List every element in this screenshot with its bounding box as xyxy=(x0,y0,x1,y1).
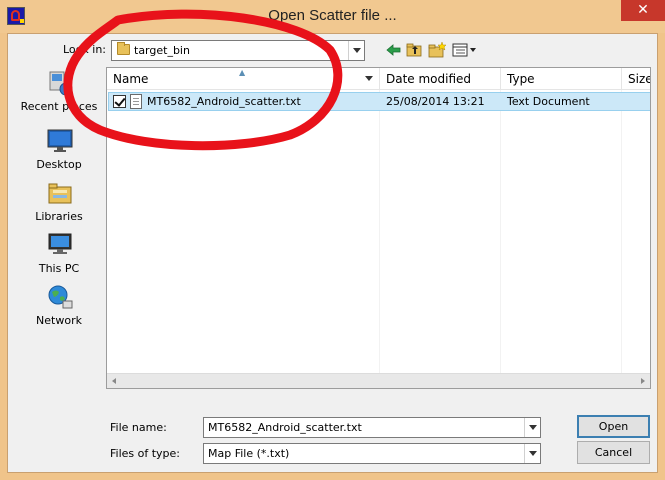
files-of-type-dropdown[interactable]: Map File (*.txt) xyxy=(203,443,541,464)
recent-places-icon xyxy=(46,69,74,97)
column-header-type[interactable]: Type xyxy=(501,68,621,90)
place-label: Libraries xyxy=(35,210,83,223)
chevron-down-icon[interactable] xyxy=(524,418,540,437)
folder-icon xyxy=(117,42,130,55)
chevron-down-icon[interactable] xyxy=(365,76,373,81)
libraries-icon xyxy=(46,179,74,207)
close-button[interactable]: ✕ xyxy=(621,0,665,21)
look-in-label: Look in: xyxy=(63,43,106,56)
place-desktop[interactable]: Desktop xyxy=(16,127,102,177)
place-this-pc[interactable]: This PC xyxy=(16,231,102,281)
file-date-cell: 25/08/2014 13:21 xyxy=(386,95,485,108)
files-of-type-label: Files of type: xyxy=(110,447,181,460)
horizontal-scrollbar[interactable] xyxy=(107,373,650,388)
chevron-down-icon[interactable] xyxy=(524,444,540,463)
look-in-dropdown[interactable]: target_bin xyxy=(111,40,365,61)
file-name-label: File name: xyxy=(110,421,167,434)
window-title: Open Scatter file ... xyxy=(268,7,397,24)
file-name-field[interactable]: MT6582_Android_scatter.txt xyxy=(203,417,541,438)
file-name-value[interactable]: MT6582_Android_scatter.txt xyxy=(208,421,362,434)
file-row[interactable]: MT6582_Android_scatter.txt 25/08/2014 13… xyxy=(108,92,650,111)
file-type-cell: Text Document xyxy=(507,95,590,108)
places-bar: Recent places Desktop Libraries This PC xyxy=(16,69,102,389)
place-network[interactable]: Network xyxy=(16,283,102,333)
column-label: Name xyxy=(113,72,149,86)
desktop-icon xyxy=(46,127,74,155)
place-recent-places[interactable]: Recent places xyxy=(16,69,102,119)
column-label: Size xyxy=(628,72,651,86)
network-icon xyxy=(46,283,74,311)
place-label: Desktop xyxy=(36,158,82,171)
files-of-type-value: Map File (*.txt) xyxy=(208,447,290,460)
chevron-down-icon[interactable] xyxy=(348,41,364,60)
title-bar[interactable]: Open Scatter file ... ✕ xyxy=(0,0,665,33)
sort-ascending-icon: ▲ xyxy=(239,68,246,77)
cancel-button[interactable]: Cancel xyxy=(577,441,650,464)
new-folder-icon[interactable] xyxy=(427,41,447,59)
column-header-date-modified[interactable]: Date modified xyxy=(380,68,500,90)
file-name-cell: MT6582_Android_scatter.txt xyxy=(147,95,301,108)
column-header-size[interactable]: Size xyxy=(622,68,651,90)
column-label: Type xyxy=(507,72,535,86)
dialog-client-area: Look in: target_bin Recent places Deskto… xyxy=(7,33,658,473)
view-menu-icon[interactable] xyxy=(451,41,477,59)
dialog-window: Open Scatter file ... ✕ Look in: target_… xyxy=(0,0,665,480)
scroll-left-icon[interactable] xyxy=(107,374,123,388)
open-button[interactable]: Open xyxy=(577,415,650,438)
place-libraries[interactable]: Libraries xyxy=(16,179,102,229)
back-arrow-icon[interactable] xyxy=(384,41,404,59)
text-document-icon xyxy=(130,94,142,109)
scroll-right-icon[interactable] xyxy=(634,374,650,388)
column-label: Date modified xyxy=(386,72,472,86)
place-label: Recent places xyxy=(20,100,98,113)
this-pc-icon xyxy=(46,231,74,259)
row-checkbox[interactable] xyxy=(113,95,126,108)
up-folder-icon[interactable] xyxy=(405,41,425,59)
look-in-value: target_bin xyxy=(134,44,190,57)
place-label: Network xyxy=(36,314,82,327)
file-list[interactable]: Name ▲ Date modified Type Size MT6582_An… xyxy=(106,67,651,389)
place-label: This PC xyxy=(38,262,80,275)
